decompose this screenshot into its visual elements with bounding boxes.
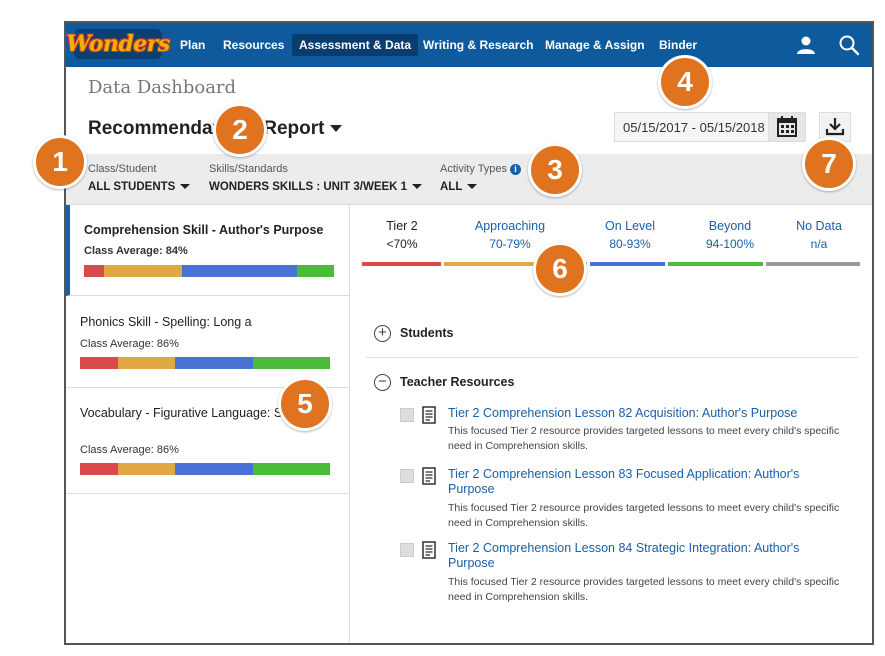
activity-types-label-text: Activity Types (440, 163, 508, 175)
document-icon (422, 541, 436, 559)
tier-tab-beyond[interactable]: Beyond 94-100% (675, 219, 785, 251)
skills-standards-label: Skills/Standards (209, 163, 288, 175)
nav-writing-research[interactable]: Writing & Research (423, 23, 533, 67)
activity-types-label: Activity Types i (440, 163, 522, 175)
resource-description: This focused Tier 2 resource provides ta… (448, 425, 840, 452)
tier-color-bar (668, 262, 763, 266)
skill-class-average: Class Average: 84% (84, 245, 188, 257)
tier-name: Tier 2 (386, 219, 418, 233)
expand-plus-icon[interactable]: + (374, 325, 391, 342)
skill-class-average: Class Average: 86% (80, 338, 179, 350)
distribution-segment (117, 463, 175, 475)
callout-badge-4: 4 (658, 55, 712, 109)
tier-range: <70% (386, 237, 418, 251)
callout-badge-3: 3 (528, 143, 582, 197)
date-range-text: 05/15/2017 - 05/15/2018 (623, 120, 765, 135)
nav-assessment-data[interactable]: Assessment & Data (292, 34, 419, 56)
tier-name: On Level (604, 219, 656, 233)
distribution-segment (117, 357, 175, 369)
tier-color-bar (766, 262, 860, 266)
info-icon[interactable]: i (510, 163, 522, 175)
tier-tab-on-level[interactable]: On Level 80-93% (575, 219, 685, 251)
recommendations-panel: Tier 2 <70% Approaching 70-79% On Level … (350, 205, 872, 643)
divider (366, 357, 858, 358)
distribution-segment (84, 265, 104, 277)
app-window: Wonders Plan Resources Assessment & Data… (64, 21, 874, 645)
activity-types-value: ALL (440, 181, 463, 193)
callout-badge-1: 1 (33, 135, 87, 189)
skill-class-average: Class Average: 86% (80, 444, 179, 456)
callout-badge-2: 2 (213, 103, 267, 157)
callout-badge-7: 7 (802, 137, 856, 191)
skill-name: Phonics Skill - Spelling: Long a (80, 315, 252, 329)
distribution-segment (175, 463, 253, 475)
chevron-down-icon (467, 184, 478, 190)
nav-resources[interactable]: Resources (223, 23, 284, 67)
calendar-icon (777, 116, 797, 137)
skill-distribution-bar (84, 265, 334, 277)
collapse-minus-icon[interactable]: − (374, 374, 391, 391)
tier-name: Beyond (708, 219, 752, 233)
activity-types-dropdown[interactable]: ALL (440, 181, 478, 193)
document-icon (422, 467, 436, 485)
chevron-down-icon (412, 184, 423, 190)
teacher-resources-section-toggle[interactable]: Teacher Resources (400, 375, 514, 389)
search-icon[interactable] (837, 33, 861, 57)
top-nav: Wonders Plan Resources Assessment & Data… (66, 23, 872, 67)
tier-range: 94-100% (705, 237, 755, 251)
callout-badge-6: 6 (533, 242, 587, 296)
resource-link[interactable]: Tier 2 Comprehension Lesson 82 Acquisiti… (448, 406, 848, 421)
user-icon[interactable] (794, 33, 818, 57)
class-student-value: ALL STUDENTS (88, 181, 176, 193)
tier-range: n/a (810, 237, 828, 251)
resource-link[interactable]: Tier 2 Comprehension Lesson 84 Strategic… (448, 541, 848, 571)
skills-standards-value: WONDERS SKILLS : UNIT 3/WEEK 1 (209, 181, 408, 193)
resource-checkbox[interactable] (400, 469, 414, 483)
resource-checkbox[interactable] (400, 543, 414, 557)
logo-text: Wonders (66, 31, 170, 57)
filter-bar: Class/Student ALL STUDENTS Skills/Standa… (66, 154, 872, 205)
distribution-segment (181, 265, 297, 277)
nav-plan[interactable]: Plan (180, 23, 205, 67)
skill-name: Comprehension Skill - Author's Purpose (84, 223, 324, 237)
students-section-toggle[interactable]: Students (400, 326, 453, 340)
date-range-picker[interactable]: 05/15/2017 - 05/15/2018 (614, 112, 806, 142)
report-title: Recommendations Report (88, 118, 325, 139)
skill-item[interactable]: Comprehension Skill - Author's Purpose C… (66, 205, 349, 296)
skill-distribution-bar (80, 463, 330, 475)
distribution-segment (252, 463, 330, 475)
nav-manage-assign[interactable]: Manage & Assign (545, 23, 645, 67)
calendar-button[interactable] (768, 113, 805, 141)
tier-name: No Data (796, 219, 842, 233)
skill-item[interactable]: Phonics Skill - Spelling: Long a Class A… (66, 296, 349, 388)
distribution-segment (175, 357, 253, 369)
resource-checkbox[interactable] (400, 408, 414, 422)
page-title: Data Dashboard (88, 77, 237, 98)
resource-description: This focused Tier 2 resource provides ta… (448, 576, 840, 603)
tier-range: 80-93% (609, 237, 651, 251)
distribution-segment (80, 357, 118, 369)
tier-tab-tier2[interactable]: Tier 2 <70% (362, 219, 442, 251)
skills-standards-dropdown[interactable]: WONDERS SKILLS : UNIT 3/WEEK 1 (209, 181, 423, 193)
tier-tab-no-data[interactable]: No Data n/a (770, 219, 868, 251)
tier-color-bar (590, 262, 665, 266)
distribution-segment (104, 265, 182, 277)
tier-name: Approaching (474, 219, 546, 233)
chevron-down-icon (180, 184, 191, 190)
callout-badge-5: 5 (278, 377, 332, 431)
distribution-segment (252, 357, 330, 369)
resource-description: This focused Tier 2 resource provides ta… (448, 502, 840, 529)
chevron-down-icon (330, 125, 343, 133)
skill-distribution-bar (80, 357, 330, 369)
document-icon (422, 406, 436, 424)
distribution-segment (296, 265, 334, 277)
wonders-logo[interactable]: Wonders (66, 29, 170, 59)
tier-color-bar (362, 262, 441, 266)
class-student-label: Class/Student (88, 163, 157, 175)
resource-link[interactable]: Tier 2 Comprehension Lesson 83 Focused A… (448, 467, 848, 497)
class-student-dropdown[interactable]: ALL STUDENTS (88, 181, 191, 193)
distribution-segment (80, 463, 118, 475)
